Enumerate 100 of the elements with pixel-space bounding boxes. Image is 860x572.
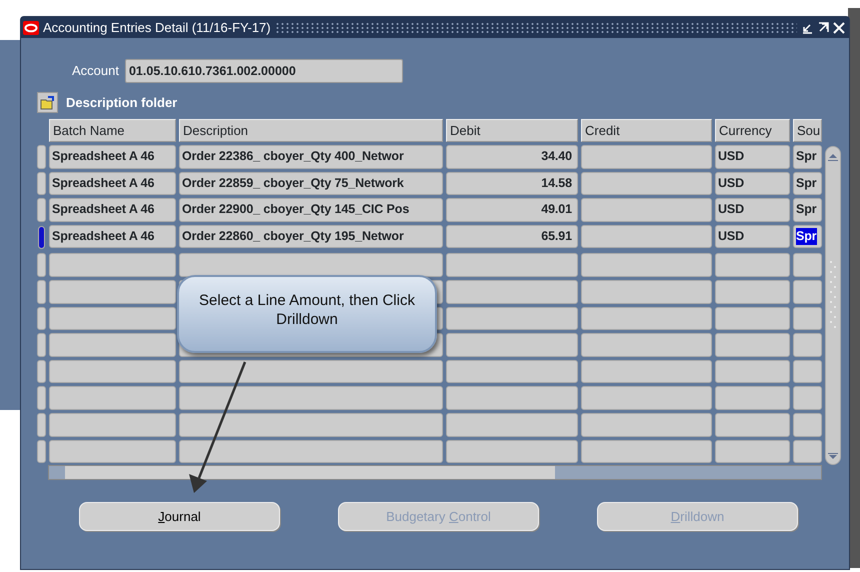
- table-cell[interactable]: [446, 440, 578, 464]
- table-cell[interactable]: [49, 386, 176, 410]
- table-cell[interactable]: Spreadsheet A 46: [49, 198, 176, 222]
- table-cell[interactable]: Order 22859_ cboyer_Qty 75_Network: [179, 172, 443, 196]
- table-cell[interactable]: [715, 333, 790, 357]
- table-cell[interactable]: Order 22386_ cboyer_Qty 400_Networ: [179, 145, 443, 169]
- table-cell[interactable]: [793, 360, 822, 384]
- window-title: Accounting Entries Detail (11/16-FY-17): [43, 18, 271, 37]
- table-cell[interactable]: 49.01: [446, 198, 578, 222]
- table-cell[interactable]: [581, 280, 712, 304]
- horizontal-scrollbar[interactable]: [48, 465, 822, 480]
- record-indicator[interactable]: [37, 253, 46, 277]
- table-cell[interactable]: Spr: [793, 145, 822, 169]
- table-cell[interactable]: [581, 306, 712, 330]
- record-indicator[interactable]: [37, 440, 46, 464]
- table-cell[interactable]: 34.40: [446, 145, 578, 169]
- table-cell[interactable]: USD: [715, 172, 790, 196]
- close-icon[interactable]: [833, 22, 845, 34]
- table-cell[interactable]: [49, 360, 176, 384]
- table-cell[interactable]: [715, 280, 790, 304]
- table-cell[interactable]: [715, 440, 790, 464]
- table-cell[interactable]: [179, 412, 443, 437]
- record-indicator[interactable]: [37, 145, 46, 169]
- table-cell[interactable]: [49, 253, 176, 277]
- record-indicator[interactable]: [37, 280, 46, 304]
- record-indicator[interactable]: [38, 226, 45, 250]
- table-cell[interactable]: [793, 306, 822, 330]
- record-indicator[interactable]: [37, 198, 46, 222]
- table-cell[interactable]: [793, 280, 822, 304]
- account-field[interactable]: 01.05.10.610.7361.002.00000: [124, 59, 403, 83]
- vertical-scrollbar[interactable]: [825, 146, 841, 465]
- minimize-icon[interactable]: [801, 22, 813, 34]
- table-cell[interactable]: [179, 440, 443, 464]
- table-cell[interactable]: [581, 224, 712, 248]
- table-cell[interactable]: [446, 386, 578, 410]
- table-cell[interactable]: [581, 145, 712, 169]
- table-cell[interactable]: [715, 386, 790, 410]
- table-cell[interactable]: [581, 172, 712, 196]
- table-cell[interactable]: [715, 360, 790, 384]
- table-cell[interactable]: [715, 412, 790, 437]
- column-header[interactable]: Debit: [446, 119, 578, 142]
- table-cell[interactable]: Spr: [793, 224, 822, 248]
- record-indicator[interactable]: [37, 306, 46, 330]
- table-cell[interactable]: [581, 440, 712, 464]
- table-cell[interactable]: [179, 386, 443, 410]
- table-cell[interactable]: [446, 333, 578, 357]
- table-cell[interactable]: [446, 253, 578, 277]
- table-cell[interactable]: [49, 333, 176, 357]
- table-cell[interactable]: Spreadsheet A 46: [49, 172, 176, 196]
- table-cell[interactable]: Spreadsheet A 46: [49, 145, 176, 169]
- table-cell[interactable]: [581, 198, 712, 222]
- table-cell[interactable]: Spreadsheet A 46: [49, 224, 176, 248]
- table-cell[interactable]: [581, 360, 712, 384]
- action-button[interactable]: Journal: [79, 502, 280, 532]
- table-cell[interactable]: 14.58: [446, 172, 578, 196]
- table-cell[interactable]: [446, 306, 578, 330]
- table-cell[interactable]: [49, 306, 176, 330]
- maximize-icon[interactable]: [817, 22, 829, 34]
- table-cell[interactable]: [179, 360, 443, 384]
- table-cell[interactable]: [793, 333, 822, 357]
- table-cell[interactable]: [793, 253, 822, 277]
- record-indicator[interactable]: [37, 172, 46, 196]
- table-cell[interactable]: USD: [715, 198, 790, 222]
- table-cell[interactable]: [793, 440, 822, 464]
- table-cell[interactable]: USD: [715, 145, 790, 169]
- table-cell[interactable]: [446, 360, 578, 384]
- table-cell[interactable]: [715, 306, 790, 330]
- account-label: Account: [72, 62, 119, 80]
- table-cell[interactable]: [49, 412, 176, 437]
- table-cell[interactable]: USD: [715, 224, 790, 248]
- column-header[interactable]: Currency: [715, 119, 790, 142]
- record-indicator[interactable]: [37, 386, 46, 410]
- table-cell[interactable]: Order 22900_ cboyer_Qty 145_CIC Pos: [179, 198, 443, 222]
- column-header[interactable]: Sou: [793, 119, 822, 142]
- callout-tooltip: Select a Line Amount, then Click Drilldown: [177, 275, 437, 353]
- table-cell[interactable]: [581, 253, 712, 277]
- table-cell[interactable]: [793, 412, 822, 437]
- folder-icon[interactable]: [37, 92, 58, 113]
- table-cell[interactable]: [49, 440, 176, 464]
- record-indicator[interactable]: [37, 333, 46, 357]
- app-logo-icon: [23, 20, 39, 34]
- table-cell[interactable]: [581, 333, 712, 357]
- table-cell[interactable]: [793, 386, 822, 410]
- table-cell[interactable]: Order 22860_ cboyer_Qty 195_Networ: [179, 224, 443, 248]
- table-cell[interactable]: [179, 253, 443, 277]
- folder-title: Description folder: [66, 94, 178, 112]
- column-header[interactable]: Description: [179, 119, 443, 142]
- record-indicator[interactable]: [37, 360, 46, 384]
- column-header[interactable]: Batch Name: [49, 119, 176, 142]
- table-cell[interactable]: [581, 386, 712, 410]
- table-cell[interactable]: [581, 412, 712, 437]
- record-indicator[interactable]: [37, 412, 46, 437]
- column-header[interactable]: Credit: [581, 119, 712, 142]
- table-cell[interactable]: [446, 280, 578, 304]
- table-cell[interactable]: Spr: [793, 172, 822, 196]
- table-cell[interactable]: [446, 412, 578, 437]
- table-cell[interactable]: [715, 253, 790, 277]
- table-cell[interactable]: [49, 280, 176, 304]
- table-cell[interactable]: Spr: [793, 198, 822, 222]
- table-cell[interactable]: 65.91: [446, 224, 578, 248]
